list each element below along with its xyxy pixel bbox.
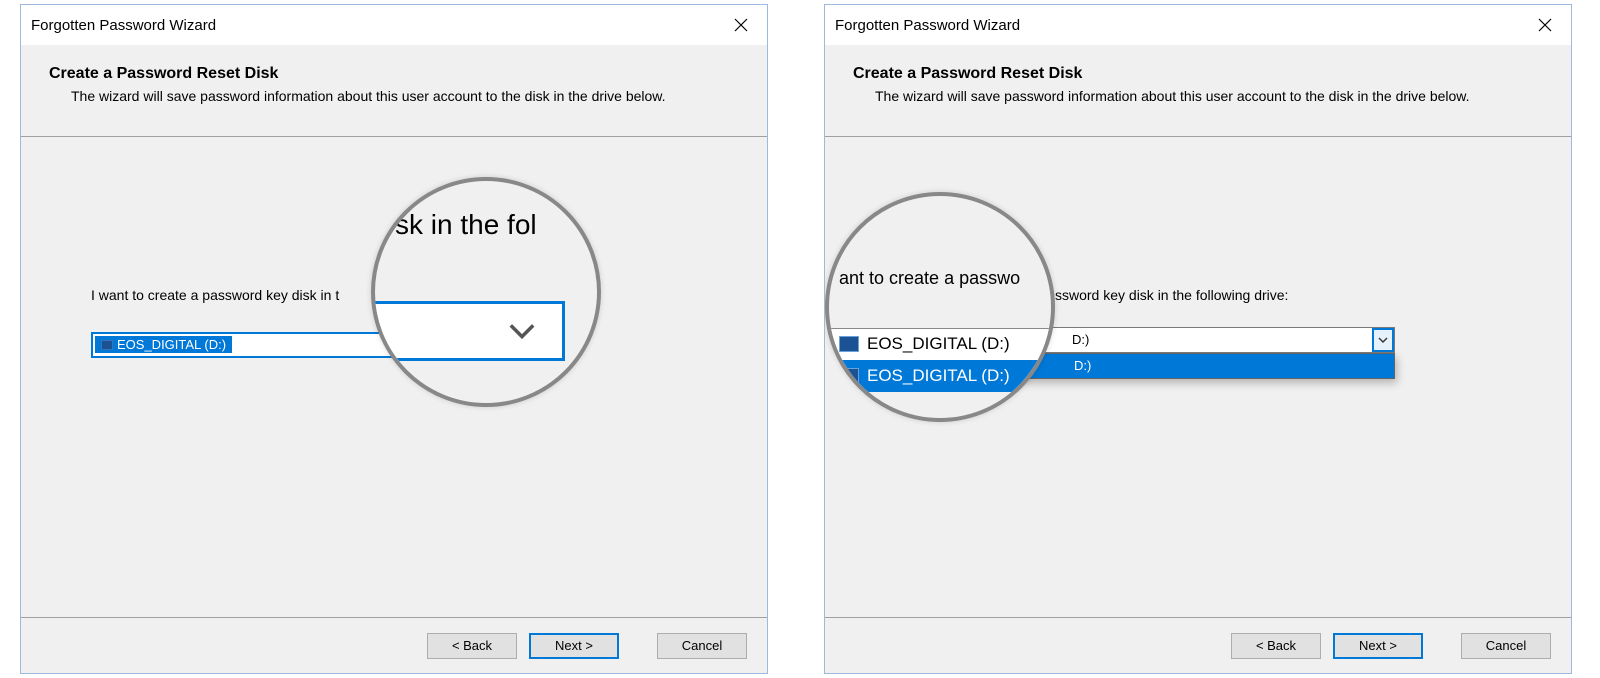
drive-prompt-label: I want to create a password key disk in … (91, 287, 339, 303)
close-button[interactable] (1525, 11, 1565, 39)
page-subtext: The wizard will save password informatio… (875, 87, 1475, 106)
magnifier-callout: ant to create a passwo EOS_DIGITAL (D:) … (825, 192, 1055, 422)
drive-icon (839, 336, 859, 352)
next-button[interactable]: Next > (1333, 633, 1423, 659)
wizard-header: Create a Password Reset Disk The wizard … (825, 45, 1571, 137)
page-subtext: The wizard will save password informatio… (71, 87, 671, 106)
close-button[interactable] (721, 11, 761, 39)
drive-icon (101, 340, 113, 350)
page-heading: Create a Password Reset Disk (853, 65, 1543, 83)
wizard-window-right: Forgotten Password Wizard Create a Passw… (824, 4, 1572, 674)
wizard-body: ssword key disk in the following drive: … (825, 137, 1571, 617)
window-title: Forgotten Password Wizard (835, 17, 1020, 34)
window-title: Forgotten Password Wizard (31, 17, 216, 34)
dropdown-arrow-button[interactable] (1372, 328, 1394, 352)
cancel-button[interactable]: Cancel (1461, 633, 1551, 659)
wizard-header: Create a Password Reset Disk The wizard … (21, 45, 767, 137)
back-button[interactable]: < Back (427, 633, 517, 659)
magnifier-callout: sk in the fol (371, 177, 601, 407)
wizard-body: I want to create a password key disk in … (21, 137, 767, 617)
back-button[interactable]: < Back (1231, 633, 1321, 659)
magnified-option-unselected[interactable]: EOS_DIGITAL (D:) (825, 328, 1055, 360)
page-heading: Create a Password Reset Disk (49, 65, 739, 83)
magnified-dropdown[interactable] (371, 301, 565, 361)
chevron-down-icon (1378, 337, 1388, 343)
drive-selected-value: EOS_DIGITAL (D:) (95, 336, 232, 353)
magnified-text: ant to create a passwo (839, 268, 1020, 289)
chevron-down-icon (508, 322, 536, 340)
magnified-option-selected[interactable]: EOS_DIGITAL (D:) (825, 360, 1055, 392)
magnified-text: sk in the fol (395, 209, 537, 241)
wizard-footer: < Back Next > Cancel (825, 617, 1571, 673)
drive-selected-value: D:) (1066, 332, 1089, 347)
drive-prompt-label: ssword key disk in the following drive: (1055, 287, 1288, 303)
next-button[interactable]: Next > (529, 633, 619, 659)
titlebar: Forgotten Password Wizard (825, 5, 1571, 45)
wizard-window-left: Forgotten Password Wizard Create a Passw… (20, 4, 768, 674)
wizard-footer: < Back Next > Cancel (21, 617, 767, 673)
cancel-button[interactable]: Cancel (657, 633, 747, 659)
close-icon (1538, 18, 1552, 32)
close-icon (734, 18, 748, 32)
titlebar: Forgotten Password Wizard (21, 5, 767, 45)
drive-icon (839, 368, 859, 384)
